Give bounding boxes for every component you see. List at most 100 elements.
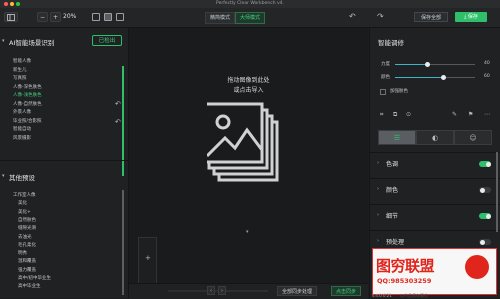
master-mode-button[interactable]: 大师模式 — [235, 12, 266, 24]
redo-icon[interactable]: ↷ — [377, 12, 384, 22]
preset-item[interactable]: 缝隙光滑 — [18, 225, 36, 231]
toolbar: − + 20% 精简模式 大师模式 ↶ ↷ 保存全部 ⤓ 保存 — [0, 8, 500, 28]
preset-item[interactable]: 去油光 — [18, 234, 32, 240]
image-stack-icon[interactable] — [207, 100, 291, 192]
preset-item[interactable]: 温和覆盖 — [18, 258, 36, 264]
toggle-knob — [479, 239, 485, 245]
slider-knob[interactable] — [440, 74, 446, 80]
split-view-icon[interactable] — [104, 13, 112, 21]
preset-item[interactable]: 明秀 — [18, 250, 27, 256]
prev-button[interactable]: ‹ — [207, 286, 215, 295]
next-button[interactable]: › — [218, 286, 226, 295]
ai-scene-item[interactable]: 智能人像 — [13, 58, 31, 64]
sync-button[interactable]: 点击同步 — [331, 286, 361, 296]
ai-scene-item[interactable]: 人像-浅色肤色 — [13, 92, 42, 98]
flag-icon[interactable]: ⚑ — [468, 111, 473, 118]
adjust-section[interactable]: › 色调 — [370, 152, 500, 175]
section-toggle[interactable] — [479, 239, 491, 245]
mode-switch: 精简模式 大师模式 — [205, 12, 266, 24]
toggle-knob — [479, 187, 485, 193]
zoom-level: 20% — [63, 13, 77, 20]
tab-palette[interactable]: ◐ — [416, 130, 454, 145]
section-title: 预处理 — [386, 239, 405, 246]
image-canvas[interactable]: 拖动图像到此处 或点击导入 — [129, 28, 368, 283]
section-title: 细节 — [386, 213, 399, 220]
sidebar-toggle-button[interactable] — [4, 12, 18, 22]
layers-icon[interactable]: ⧉ — [393, 111, 397, 119]
save-all-button[interactable]: 保存全部 — [414, 12, 448, 22]
reset-icon[interactable]: ↶ — [115, 118, 121, 126]
drop-hint-line1: 拖动图像到此处 — [227, 77, 270, 84]
ai-scene-item[interactable]: 新生儿 — [13, 67, 27, 73]
zoom-in-button[interactable]: + — [50, 12, 61, 22]
more-icon[interactable]: ⋯ — [484, 111, 490, 118]
right-scrollbar[interactable] — [496, 152, 498, 232]
slider-label: 力度 — [381, 62, 390, 67]
section-title: 颜色 — [386, 187, 399, 194]
add-image-button[interactable]: + — [145, 254, 151, 262]
adjust-section[interactable]: › 颜色 — [370, 178, 500, 201]
expand-filmstrip-icon[interactable]: ▾ — [246, 229, 249, 235]
tab-adjust[interactable]: ☰ — [378, 130, 416, 145]
reset-icon[interactable]: ↶ — [115, 100, 121, 108]
watermark-brand: 图穷联盟 — [376, 257, 435, 275]
ai-scene-item[interactable]: 风景摄影 — [13, 135, 31, 141]
slider-label: 颜色 — [381, 75, 390, 80]
target-icon[interactable]: ⊙ — [406, 111, 411, 118]
slider-knob[interactable] — [424, 61, 430, 67]
adjust-section[interactable]: › 细节 — [370, 204, 500, 227]
preset-item[interactable]: 美化 — [18, 200, 27, 206]
chevron-down-icon[interactable]: ▾ — [2, 173, 5, 179]
tab-portrait[interactable]: ☺ — [454, 130, 492, 145]
chevron-right-icon[interactable]: › — [377, 186, 379, 192]
sidebar-icon — [7, 14, 15, 21]
portrait-icon: ☺ — [469, 134, 477, 142]
ai-scene-item[interactable]: 外景人像 — [13, 109, 31, 115]
ai-scene-title: AI智能场景识别 — [9, 39, 55, 47]
single-view-icon[interactable] — [92, 13, 100, 21]
crop-icon[interactable]: ⌗ — [380, 111, 383, 119]
preset-item[interactable]: 强力覆盖 — [18, 267, 36, 273]
pen-icon[interactable]: ✎ — [452, 111, 457, 118]
preset-item[interactable]: 美化+ — [18, 209, 31, 215]
ai-scene-item[interactable]: 毕业照/合影照 — [13, 118, 42, 124]
simple-mode-button[interactable]: 精简模式 — [205, 12, 236, 24]
batch-process-button[interactable]: 全部同步处理 — [277, 286, 317, 296]
detect-button[interactable]: 已检出 — [92, 35, 122, 46]
section-toggle[interactable] — [479, 161, 491, 167]
slider-track[interactable] — [395, 61, 475, 67]
slider-value: 40 — [484, 61, 490, 66]
save-label: 保存 — [467, 14, 478, 20]
version-label: v.4.0.0.21 — [372, 293, 392, 298]
undo-icon[interactable]: ↶ — [349, 12, 356, 22]
ai-scene-item[interactable]: 写真照 — [13, 75, 27, 81]
toggle-knob — [485, 161, 491, 167]
save-button[interactable]: ⤓ 保存 — [455, 12, 487, 22]
ai-scene-item[interactable]: 人像-深色肤色 — [13, 84, 42, 90]
compare-view-icon[interactable] — [116, 13, 124, 21]
ai-scene-item[interactable]: 人像-自然肤色 — [13, 101, 42, 107]
watermark-badge-icon — [465, 255, 489, 279]
enhance-skin-label: 加强肤色 — [390, 89, 408, 94]
preset-item[interactable]: 高中/初中毕业生 — [18, 275, 51, 281]
section-toggle[interactable] — [479, 187, 491, 193]
enhance-skin-checkbox[interactable] — [380, 89, 386, 95]
chevron-right-icon[interactable]: › — [377, 212, 379, 218]
ai-scene-item[interactable]: 智能自动 — [13, 126, 31, 132]
left-scrollbar-lower[interactable] — [122, 190, 124, 295]
preset-item[interactable]: 高中毕业生 — [18, 283, 41, 289]
preset-item[interactable]: 毛孔柔化 — [18, 242, 36, 248]
watermark-qq: QQ:985303259 — [377, 277, 432, 285]
chevron-down-icon[interactable]: ▾ — [2, 38, 5, 44]
section-toggle[interactable] — [479, 213, 491, 219]
section-title: 色调 — [386, 161, 399, 168]
smart-adjust-title: 智能调修 — [378, 39, 404, 47]
save-tip: 以作品保存最佳 — [400, 293, 428, 298]
zoom-out-button[interactable]: − — [37, 12, 48, 22]
preset-item[interactable]: 自然肤色 — [18, 217, 36, 223]
adjust-tabs: ☰ ◐ ☺ — [378, 130, 492, 145]
chevron-right-icon[interactable]: › — [377, 160, 379, 166]
preset-item[interactable]: 工作室人像 — [13, 192, 36, 198]
slider-track[interactable] — [395, 74, 475, 80]
chevron-right-icon[interactable]: › — [377, 238, 379, 244]
